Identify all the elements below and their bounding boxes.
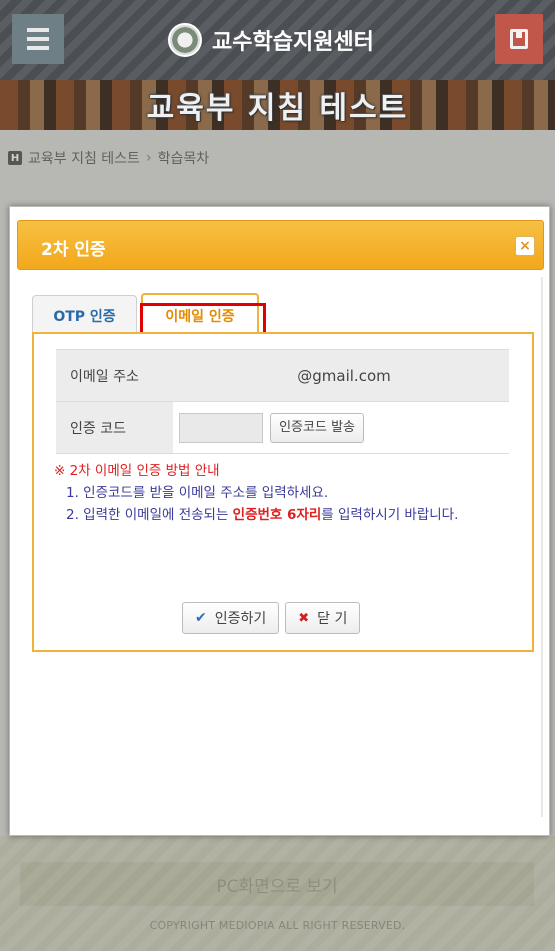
code-row: 인증 코드 인증코드 발송: [56, 401, 509, 454]
guide-line-2-suffix: 를 입력하시기 바랍니다.: [321, 507, 459, 523]
email-auth-panel: 이메일 주소 @gmail.com 인증 코드 인증코드 발송 ※ 2차 이메일…: [32, 332, 534, 652]
menu-icon-bar: [27, 28, 49, 32]
email-field[interactable]: @gmail.com: [173, 349, 509, 402]
guide-title: ※ 2차 이메일 인증 방법 안내: [54, 463, 220, 479]
modal-title: 2차 인증: [41, 240, 106, 260]
tab-email[interactable]: 이메일 인증: [141, 293, 259, 336]
code-input[interactable]: [179, 412, 263, 443]
email-label: 이메일 주소: [56, 349, 173, 402]
guide-line-2-prefix: 2. 입력한 이메일에 전송되는: [66, 507, 233, 523]
logo-icon: [168, 23, 202, 57]
verify-button-label: 인증하기: [214, 611, 267, 627]
site-title-text: 교수학습지원센터: [212, 30, 374, 55]
auth-form: 이메일 주소 @gmail.com 인증 코드 인증코드 발송: [56, 349, 509, 454]
top-bar: 교수학습지원센터: [0, 0, 555, 80]
modal-actions: ✔ 인증하기 ✖ 닫 기: [182, 602, 361, 634]
code-cell: 인증코드 발송: [173, 401, 509, 454]
close-button-label: 닫 기: [317, 611, 348, 627]
x-icon: ✖: [298, 610, 310, 626]
check-icon: ✔: [195, 610, 207, 626]
tab-otp[interactable]: OTP 인증: [32, 295, 137, 335]
menu-icon-bar: [27, 37, 49, 41]
auth-guide: ※ 2차 이메일 인증 방법 안내 1. 인증코드를 받을 이메일 주소를 입력…: [54, 460, 524, 526]
email-row: 이메일 주소 @gmail.com: [56, 349, 509, 402]
modal-header: 2차 인증 ×: [17, 220, 544, 270]
verify-button[interactable]: ✔ 인증하기: [182, 602, 280, 634]
course-banner: 교육부 지침 테스트: [0, 80, 555, 130]
send-code-button[interactable]: 인증코드 발송: [270, 412, 364, 443]
guide-line-1: 1. 인증코드를 받을 이메일 주소를 입력하세요.: [66, 485, 329, 501]
close-button[interactable]: ✖ 닫 기: [285, 602, 361, 634]
banner-title: 교육부 지침 테스트: [146, 91, 409, 126]
site-title[interactable]: 교수학습지원센터: [168, 22, 374, 58]
two-factor-modal: 2차 인증 × OTP 인증 이메일 인증 이메일 주소 @gmail.com …: [9, 206, 550, 836]
menu-button[interactable]: [12, 14, 64, 64]
menu-icon-bar: [27, 46, 49, 50]
modal-scrollbar[interactable]: [541, 277, 543, 817]
guide-line-2-highlight: 인증번호 6자리: [232, 507, 322, 523]
book-icon: [510, 29, 528, 49]
book-button[interactable]: [495, 14, 543, 64]
close-icon[interactable]: ×: [515, 236, 535, 256]
auth-tabs: OTP 인증 이메일 인증: [32, 293, 259, 336]
guide-line-2: 2. 입력한 이메일에 전송되는 인증번호 6자리를 입력하시기 바랍니다.: [54, 504, 524, 526]
code-label: 인증 코드: [56, 401, 173, 454]
